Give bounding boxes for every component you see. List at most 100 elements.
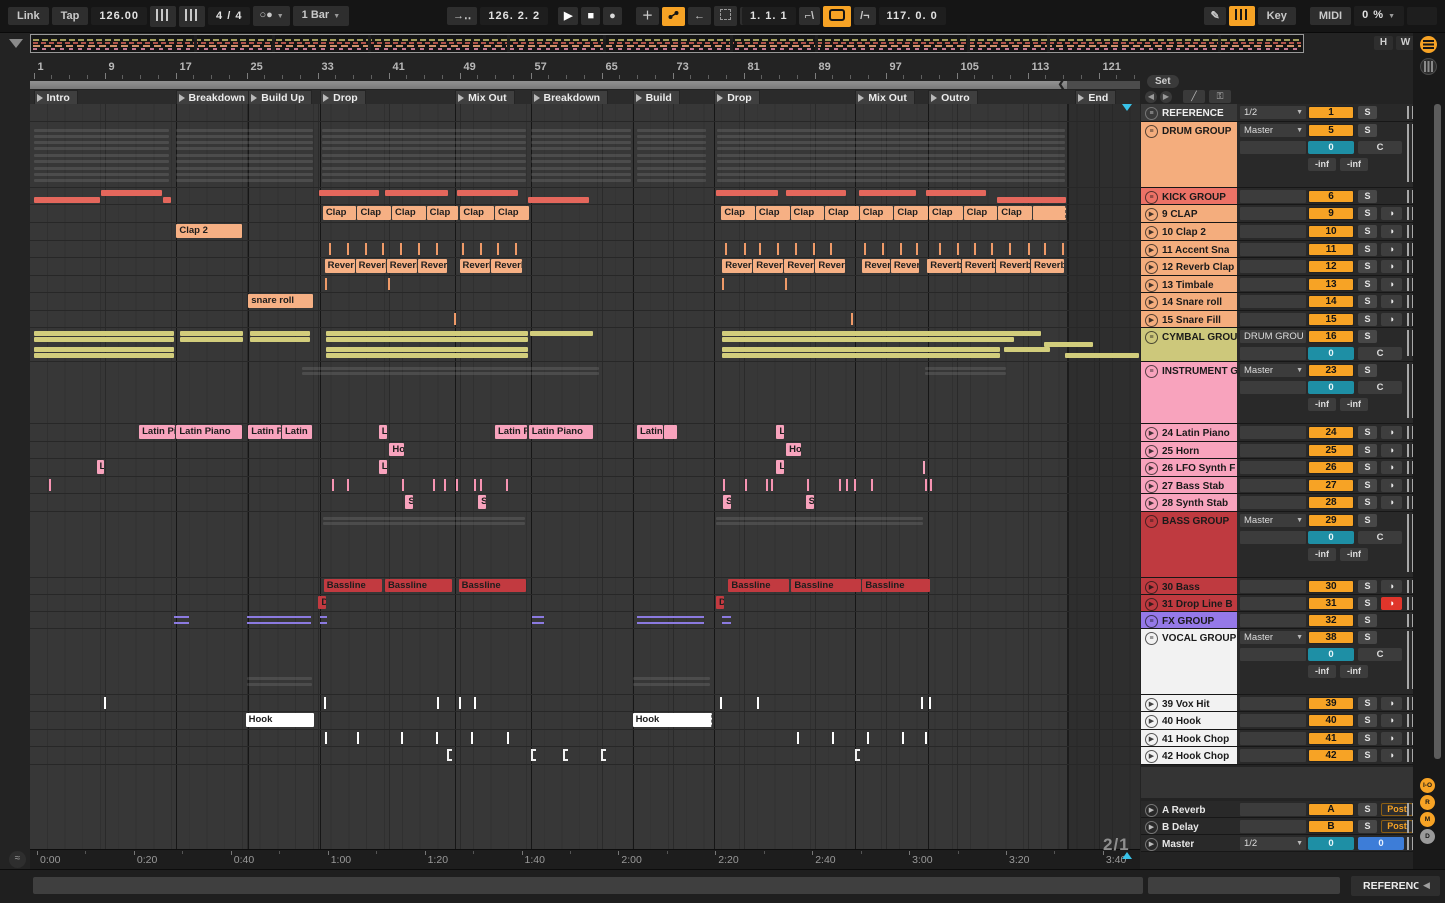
track-row-11[interactable]: ▶ 11 Accent Sna 11 S ◑: [1141, 241, 1432, 258]
lane-27-bass-stab[interactable]: [30, 477, 1140, 494]
pan-value[interactable]: 0: [1308, 141, 1354, 154]
track-row-16[interactable]: ≡ CYMBAL GROUDRUM GROU▼16 S0C: [1141, 328, 1432, 362]
solo-button[interactable]: S: [1358, 313, 1377, 326]
cymbal-clip-bar[interactable]: [33, 353, 174, 358]
tempo-field[interactable]: 126.00: [91, 7, 148, 25]
cymbal-clip-bar[interactable]: [179, 331, 243, 336]
clip[interactable]: Clap: [859, 206, 894, 220]
lane-12-reverb-clap[interactable]: ReverReverbReverbReverReverbReverbReverR…: [30, 258, 1140, 276]
track-name-cell[interactable]: ▶ 40 Hook: [1141, 712, 1237, 729]
lane-drum-group[interactable]: [30, 122, 1140, 188]
cymbal-clip-bar[interactable]: [1004, 347, 1051, 352]
routing-blank-box[interactable]: [1240, 295, 1306, 308]
clip-tick[interactable]: [839, 479, 842, 491]
clip-tick[interactable]: [956, 243, 959, 255]
cymbal-clip-bar[interactable]: [1044, 342, 1094, 347]
returns-section-toggle[interactable]: R: [1420, 795, 1435, 810]
track-number-box[interactable]: 23: [1308, 364, 1354, 377]
lane-kick-group[interactable]: [30, 188, 1140, 205]
routing-blank-box[interactable]: [1240, 749, 1306, 762]
fx-clip-line[interactable]: [637, 616, 705, 624]
solo-button[interactable]: S: [1358, 426, 1377, 439]
lane-fx-group[interactable]: [30, 612, 1140, 629]
draw-mode-button[interactable]: [714, 6, 737, 26]
audio-clip-bar[interactable]: [100, 190, 163, 196]
locator-breakdown[interactable]: Breakdown: [175, 90, 254, 105]
cymbal-clip-bar[interactable]: [326, 353, 528, 358]
back-arrow-icon[interactable]: ◀: [1145, 91, 1157, 103]
key-map-button[interactable]: Key: [1257, 7, 1296, 25]
track-name-cell[interactable]: ▶ 12 Reverb Clap: [1141, 258, 1237, 275]
locator-breakdown[interactable]: Breakdown: [530, 90, 609, 105]
clip[interactable]: Reverb: [927, 259, 961, 273]
clip-tick[interactable]: [458, 697, 461, 709]
locator-mix-out[interactable]: Mix Out: [455, 90, 515, 105]
clip-tick[interactable]: [929, 479, 932, 491]
clip[interactable]: L: [776, 425, 785, 439]
clip[interactable]: Bassline: [728, 579, 789, 592]
cymbal-clip-bar[interactable]: [33, 347, 174, 352]
clip-tick[interactable]: [506, 732, 509, 744]
clip[interactable]: Latin: [282, 425, 313, 439]
nudge-up-button[interactable]: [179, 5, 206, 27]
track-number-box[interactable]: 10: [1308, 225, 1354, 238]
master-volume-value[interactable]: 0: [1358, 837, 1404, 850]
track-number-box[interactable]: 24: [1308, 426, 1354, 439]
clip-tick[interactable]: [357, 732, 360, 744]
track-number-box[interactable]: 9: [1308, 207, 1354, 220]
routing-dropdown[interactable]: Master ▼: [1240, 514, 1306, 527]
track-row-1[interactable]: ≡ REFERENCE 1/2 ▼ 1 S: [1141, 104, 1432, 122]
lane-11-accent-sna[interactable]: [30, 241, 1140, 258]
clip-tick[interactable]: [921, 697, 923, 709]
lane-14-snare-roll[interactable]: snare roll: [30, 293, 1140, 311]
routing-blank-box[interactable]: [1240, 207, 1306, 220]
clip[interactable]: Clap: [392, 206, 426, 220]
routing-blank-box[interactable]: [1240, 260, 1306, 273]
clip[interactable]: Hor: [786, 443, 802, 456]
io-section-toggle[interactable]: I-O: [1420, 778, 1435, 793]
clip[interactable]: Rever: [324, 259, 355, 273]
clip[interactable]: Clap: [426, 206, 459, 220]
time-signature-field[interactable]: 4 / 4: [208, 7, 251, 25]
overdub-button[interactable]: ＋: [636, 7, 659, 25]
clip[interactable]: Reverb: [459, 259, 491, 273]
routing-blank-box[interactable]: [1240, 597, 1306, 610]
track-row-23[interactable]: ≡ INSTRUMENT G Master ▼ 23 S 0 C -inf -inf: [1141, 362, 1432, 424]
freeze-button[interactable]: ◑: [1381, 207, 1402, 220]
clip-tick[interactable]: [928, 697, 931, 709]
track-name-cell[interactable]: ▶ Master: [1141, 835, 1237, 851]
track-name-cell[interactable]: ≡ BASS GROUP: [1141, 512, 1237, 577]
track-number-box[interactable]: 27: [1308, 479, 1354, 492]
clip[interactable]: Reverb: [890, 259, 920, 273]
track-name-cell[interactable]: ▶ 30 Bass: [1141, 578, 1237, 594]
track-number-box[interactable]: 11: [1308, 243, 1354, 256]
arrangement-overview[interactable]: [30, 34, 1304, 53]
routing-blank-box[interactable]: [1240, 444, 1306, 457]
lane-instrument-g[interactable]: [30, 362, 1140, 424]
track-name-cell[interactable]: ▶ 15 Snare Fill: [1141, 311, 1237, 327]
clip[interactable]: Bassline: [323, 579, 383, 592]
delay-section-toggle[interactable]: D: [1420, 829, 1435, 844]
return-letter-box[interactable]: B: [1308, 820, 1354, 833]
clip-tick[interactable]: [514, 243, 517, 255]
clip[interactable]: Clap: [998, 206, 1032, 220]
clip[interactable]: Clap: [495, 206, 529, 220]
clip-tick[interactable]: [48, 479, 51, 491]
pan-center-button[interactable]: C: [1358, 141, 1402, 154]
clip-tick[interactable]: [864, 243, 867, 255]
cymbal-clip-bar[interactable]: [326, 337, 528, 342]
track-name-cell[interactable]: ▶ 41 Hook Chop: [1141, 730, 1237, 746]
punch-out-toggle[interactable]: /¬: [854, 7, 876, 25]
clip-tick[interactable]: [924, 479, 927, 491]
beat-time-ruler[interactable]: 1 9 17 25 33 41 49 57 65 73 81 89 97 105 113 121: [30, 58, 1140, 80]
track-row-38[interactable]: ≡ VOCAL GROUP Master ▼ 38 S 0 C -inf -inf: [1141, 629, 1432, 695]
lane-cymbal-grou[interactable]: [30, 328, 1140, 362]
clip-tick[interactable]: [479, 479, 482, 491]
clip[interactable]: [1032, 206, 1066, 220]
locator-build-up[interactable]: Build Up: [248, 90, 313, 105]
quantize-menu[interactable]: 1 Bar ▼: [292, 6, 350, 26]
clip-tick[interactable]: [329, 243, 332, 255]
clip-bracket[interactable]: [530, 749, 536, 761]
clip-tick[interactable]: [723, 479, 726, 491]
clip[interactable]: L: [776, 460, 785, 474]
